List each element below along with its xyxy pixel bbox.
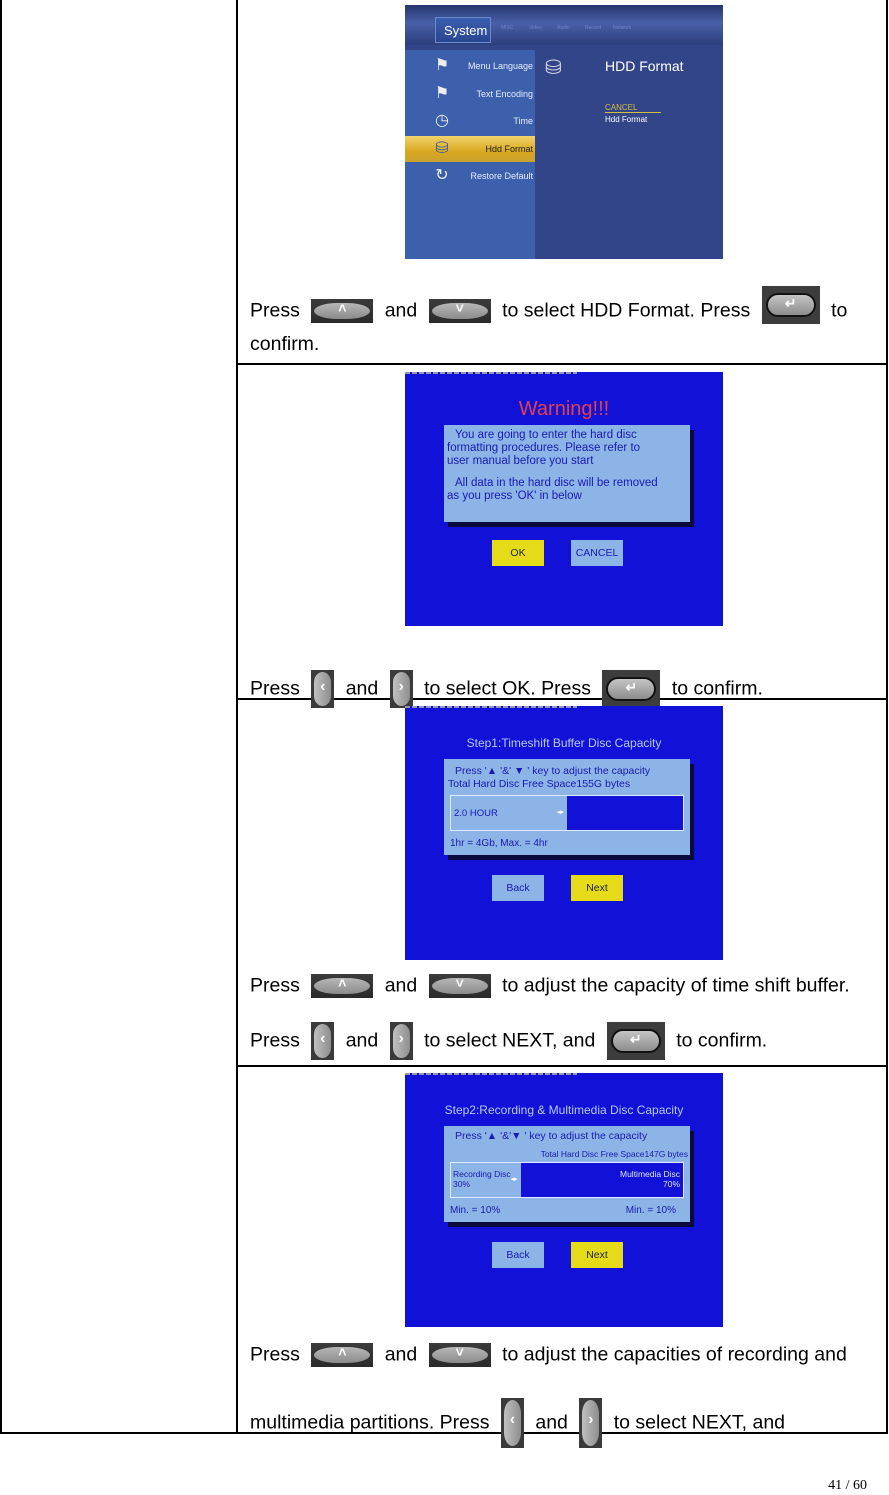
bar-remaining [567,796,683,830]
left-button-icon: ‹ [311,1022,335,1060]
partition-screenshot: Step2:Recording & Multimedia Disc Capaci… [405,1073,723,1327]
right-button-icon: › [389,1022,413,1060]
instruction-text-line2: Press ‹ and › to select NEXT, and ↵ to c… [250,1022,767,1060]
empty-step-cell [2,0,238,1432]
tab-network: Network [613,25,632,31]
capacity-panel: Press '▲ '&' ▼ ' key to adjust the capac… [444,759,690,855]
up-button-icon: ˄ [311,974,374,998]
tab-record: Record [585,25,602,31]
menu-item-text-encoding: ⚑ Text Encoding [405,81,535,107]
tab-audio: Audio [557,25,570,31]
step1-title: Step1:Timeshift Buffer Disc Capacity [466,736,662,750]
warning-screenshot: Warning!!! You are going to enter the ha… [405,372,723,626]
instruction-text-line1: Press ˄ and ˅ to adjust the capacities o… [250,1343,847,1367]
recording-disc-label: Recording Disc 30% [453,1169,511,1190]
next-button: Next [571,875,623,901]
enter-button-icon: ↵ [606,1022,665,1060]
hard-disk-icon: ⛁ [435,140,449,157]
flag-icon: ⚑ [434,57,450,74]
partition-capacity-bar: Recording Disc 30% Multimedia Disc 70% ◂▸ [450,1162,684,1198]
multimedia-disc-label: Multimedia Disc 70% [620,1169,680,1190]
restore-icon: ↻ [435,167,449,184]
menu-item-menu-language: ⚑ Menu Language [405,53,535,79]
hard-disk-icon: ⛁ [545,57,562,79]
adjust-arrows-icon: ◂▸ [557,809,565,816]
step-row-timeshift: Step1:Timeshift Buffer Disc Capacity Pre… [238,700,886,1067]
option-cancel: CANCEL [605,103,661,113]
tab-system: System [435,17,491,43]
step-row-hdd-format: System MISC Video Audio Record Network ⚑… [238,0,886,365]
instruction-text-line1: Press ˄ and ˅ to adjust the capacity of … [250,974,850,998]
down-button-icon: ˅ [428,974,491,998]
menu-item-restore-default: ↻ Restore Default [405,163,535,189]
timeshift-capacity-bar: 2.0 HOUR ◂▸ [450,795,684,831]
down-button-icon: ˅ [428,1343,491,1367]
next-button: Next [571,1242,623,1268]
instruction-text: Press ˄ and ˅ to select HDD Format. Pres… [250,286,847,330]
tab-misc: MISC [501,25,514,31]
back-button: Back [492,875,544,901]
back-button: Back [492,1242,544,1268]
warning-title: Warning!!! [518,398,610,420]
system-menu-screenshot: System MISC Video Audio Record Network ⚑… [405,5,723,259]
ok-button: OK [492,540,544,566]
up-button-icon: ˄ [311,299,374,323]
instruction-table: System MISC Video Audio Record Network ⚑… [0,0,888,1448]
panel-title: HDD Format [605,58,684,74]
flag-icon: ⚑ [434,85,450,102]
warning-message-panel: You are going to enter the hard disc for… [444,425,690,522]
page-number: 41 / 60 [828,1478,867,1493]
step-row-partition: Step2:Recording & Multimedia Disc Capaci… [238,1067,886,1448]
right-button-icon: › [579,1398,603,1448]
menu-item-hdd-format: ⛁ Hdd Format [405,136,535,162]
clock-icon: ◷ [435,112,449,129]
instruction-text-cont: confirm. [250,333,320,355]
down-button-icon: ˅ [428,299,491,323]
timeshift-value: 2.0 HOUR [454,808,498,819]
enter-button-icon: ↵ [761,286,820,324]
left-button-icon: ‹ [500,1398,524,1448]
up-button-icon: ˄ [311,1343,374,1367]
tab-video: Video [529,25,542,31]
capacity-panel: Press '▲ '&'▼ ' key to adjust the capaci… [444,1126,690,1222]
adjust-arrows-icon: ◂▸ [510,1176,518,1183]
option-hdd-format: Hdd Format [605,115,648,124]
instruction-text-line2: multimedia partitions. Press ‹ and › to … [250,1398,785,1448]
menu-item-time: ◷ Time [405,108,535,134]
cancel-button: CANCEL [571,540,623,566]
step-row-warning: Warning!!! You are going to enter the ha… [238,365,886,708]
timeshift-screenshot: Step1:Timeshift Buffer Disc Capacity Pre… [405,706,723,960]
step2-title: Step2:Recording & Multimedia Disc Capaci… [444,1103,684,1117]
